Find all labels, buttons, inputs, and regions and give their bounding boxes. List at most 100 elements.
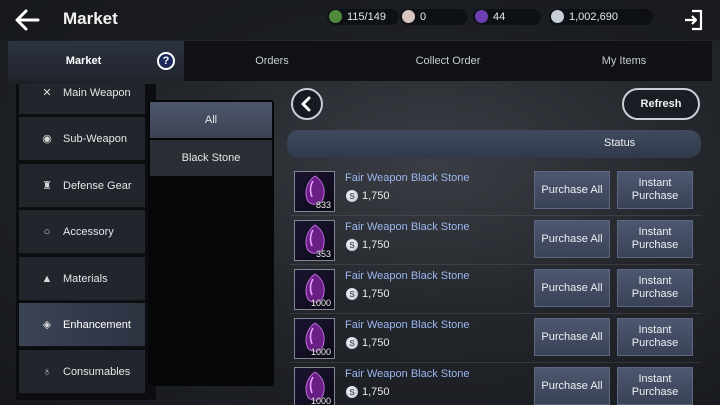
instant-purchase-button[interactable]: Instant Purchase <box>617 171 693 209</box>
category-label: Main Weapon <box>63 86 131 99</box>
flask-icon: ▲ <box>41 272 53 285</box>
item-price: S 1,750 <box>346 337 390 349</box>
silver-coin-icon: S <box>346 337 358 349</box>
item-row: 833 Fair Weapon Black Stone S 1,750 Purch… <box>290 168 702 216</box>
purchase-label: Purchase <box>631 288 679 300</box>
category-label: Defense Gear <box>63 179 132 192</box>
crystal-resource: 44 <box>473 9 541 25</box>
refresh-button[interactable]: Refresh <box>622 88 700 120</box>
instant-purchase-button[interactable]: Instant Purchase <box>617 220 693 258</box>
purchase-label: Purchase <box>631 386 679 398</box>
instant-purchase-button[interactable]: Instant Purchase <box>617 318 693 356</box>
silver-coin-icon: S <box>346 239 358 251</box>
price-value: 1,750 <box>362 288 390 300</box>
purchase-all-button[interactable]: Purchase All <box>534 318 610 356</box>
item-row: 1000 Fair Weapon Black Stone S 1,750 Purc… <box>290 266 702 314</box>
item-row: 353 Fair Weapon Black Stone S 1,750 Purch… <box>290 217 702 265</box>
instant-label: Instant <box>638 373 672 385</box>
pearl-icon <box>402 10 415 23</box>
diamond-icon: ◈ <box>42 319 52 331</box>
category-label: Sub-Weapon <box>63 132 128 145</box>
item-quantity: 353 <box>315 249 331 259</box>
help-icon[interactable]: ? <box>157 52 175 70</box>
category-label: Accessory <box>63 225 114 238</box>
purchase-all-button[interactable]: Purchase All <box>534 171 610 209</box>
price-value: 1,750 <box>362 239 390 251</box>
item-thumbnail[interactable]: 833 <box>294 171 335 212</box>
swords-icon: ✕ <box>42 87 52 99</box>
weight-resource: 115/149 <box>327 9 399 25</box>
silver-coin-icon: S <box>346 386 358 398</box>
subcategory-black-stone[interactable]: Black Stone <box>150 140 272 176</box>
item-row: 1000 Fair Weapon Black Stone S 1,750 Purc… <box>290 364 702 405</box>
item-name: Fair Weapon Black Stone <box>345 270 470 282</box>
purchase-label: Purchase <box>631 239 679 251</box>
category-accessory[interactable]: ○ Accessory <box>19 210 145 254</box>
page-title: Market <box>63 9 118 28</box>
silver-coin-icon <box>551 10 564 23</box>
weight-icon <box>329 10 342 23</box>
category-materials[interactable]: ▲ Materials <box>19 257 145 301</box>
tab-orders[interactable]: Orders <box>184 41 360 81</box>
category-main-weapon[interactable]: ✕ Main Weapon <box>19 84 145 115</box>
item-name: Fair Weapon Black Stone <box>345 221 470 233</box>
subcategory-list: All Black Stone <box>148 100 274 386</box>
instant-label: Instant <box>638 226 672 238</box>
crystal-icon <box>475 10 488 23</box>
item-quantity: 833 <box>315 200 331 210</box>
ring-icon: ○ <box>43 225 51 238</box>
price-value: 1,750 <box>362 386 390 398</box>
purchase-all-button[interactable]: Purchase All <box>534 220 610 258</box>
price-value: 1,750 <box>362 337 390 349</box>
item-row: 1000 Fair Weapon Black Stone S 1,750 Purc… <box>290 315 702 363</box>
category-defense-gear[interactable]: ♜ Defense Gear <box>19 164 145 208</box>
exit-icon[interactable] <box>682 8 706 32</box>
item-price: S 1,750 <box>346 288 390 300</box>
category-sub-weapon[interactable]: ◉ Sub-Weapon <box>19 117 145 161</box>
instant-label: Instant <box>638 275 672 287</box>
category-label: Enhancement <box>63 318 131 331</box>
instant-purchase-button[interactable]: Instant Purchase <box>617 367 693 405</box>
armor-icon: ♜ <box>42 180 52 192</box>
purchase-all-button[interactable]: Purchase All <box>534 269 610 307</box>
status-label: Status <box>604 137 636 149</box>
item-thumbnail[interactable]: 1000 <box>294 318 335 359</box>
back-arrow-icon[interactable] <box>12 6 44 34</box>
item-price: S 1,750 <box>346 386 390 398</box>
item-price: S 1,750 <box>346 190 390 202</box>
subcategory-all[interactable]: All <box>150 102 272 138</box>
tab-collect-order[interactable]: Collect Order <box>360 41 536 81</box>
price-value: 1,750 <box>362 190 390 202</box>
item-name: Fair Weapon Black Stone <box>345 319 470 331</box>
pearl-resource: 0 <box>400 9 468 25</box>
item-thumbnail[interactable]: 1000 <box>294 269 335 310</box>
instant-label: Instant <box>638 324 672 336</box>
purchase-label: Purchase <box>631 337 679 349</box>
silver-coin-icon: S <box>346 190 358 202</box>
item-price: S 1,750 <box>346 239 390 251</box>
potion-icon: ♁ <box>42 365 52 378</box>
instant-purchase-button[interactable]: Instant Purchase <box>617 269 693 307</box>
category-label: Materials <box>63 272 108 285</box>
silver-coin-icon: S <box>346 288 358 300</box>
category-consumables[interactable]: ♁ Consumables <box>19 350 145 394</box>
back-button[interactable] <box>291 88 323 120</box>
instant-label: Instant <box>638 177 672 189</box>
category-enhancement[interactable]: ◈ Enhancement <box>19 303 145 347</box>
tab-market-label: Market <box>65 55 102 67</box>
item-quantity: 1000 <box>310 396 331 405</box>
status-header: Status <box>287 130 701 158</box>
category-label: Consumables <box>63 365 131 378</box>
item-thumbnail[interactable]: 353 <box>294 220 335 261</box>
tab-my-items[interactable]: My Items <box>536 41 712 81</box>
category-list: ✕ Main Weapon ◉ Sub-Weapon ♜ Defense Gear ○… <box>16 84 156 400</box>
item-quantity: 1000 <box>310 347 331 357</box>
purchase-all-button[interactable]: Purchase All <box>534 367 610 405</box>
item-name: Fair Weapon Black Stone <box>345 172 470 184</box>
shield-icon: ◉ <box>42 133 52 145</box>
item-quantity: 1000 <box>310 298 331 308</box>
silver-resource: 1,002,690 <box>549 9 653 25</box>
item-thumbnail[interactable]: 1000 <box>294 367 335 405</box>
purchase-label: Purchase <box>631 190 679 202</box>
item-name: Fair Weapon Black Stone <box>345 368 470 380</box>
